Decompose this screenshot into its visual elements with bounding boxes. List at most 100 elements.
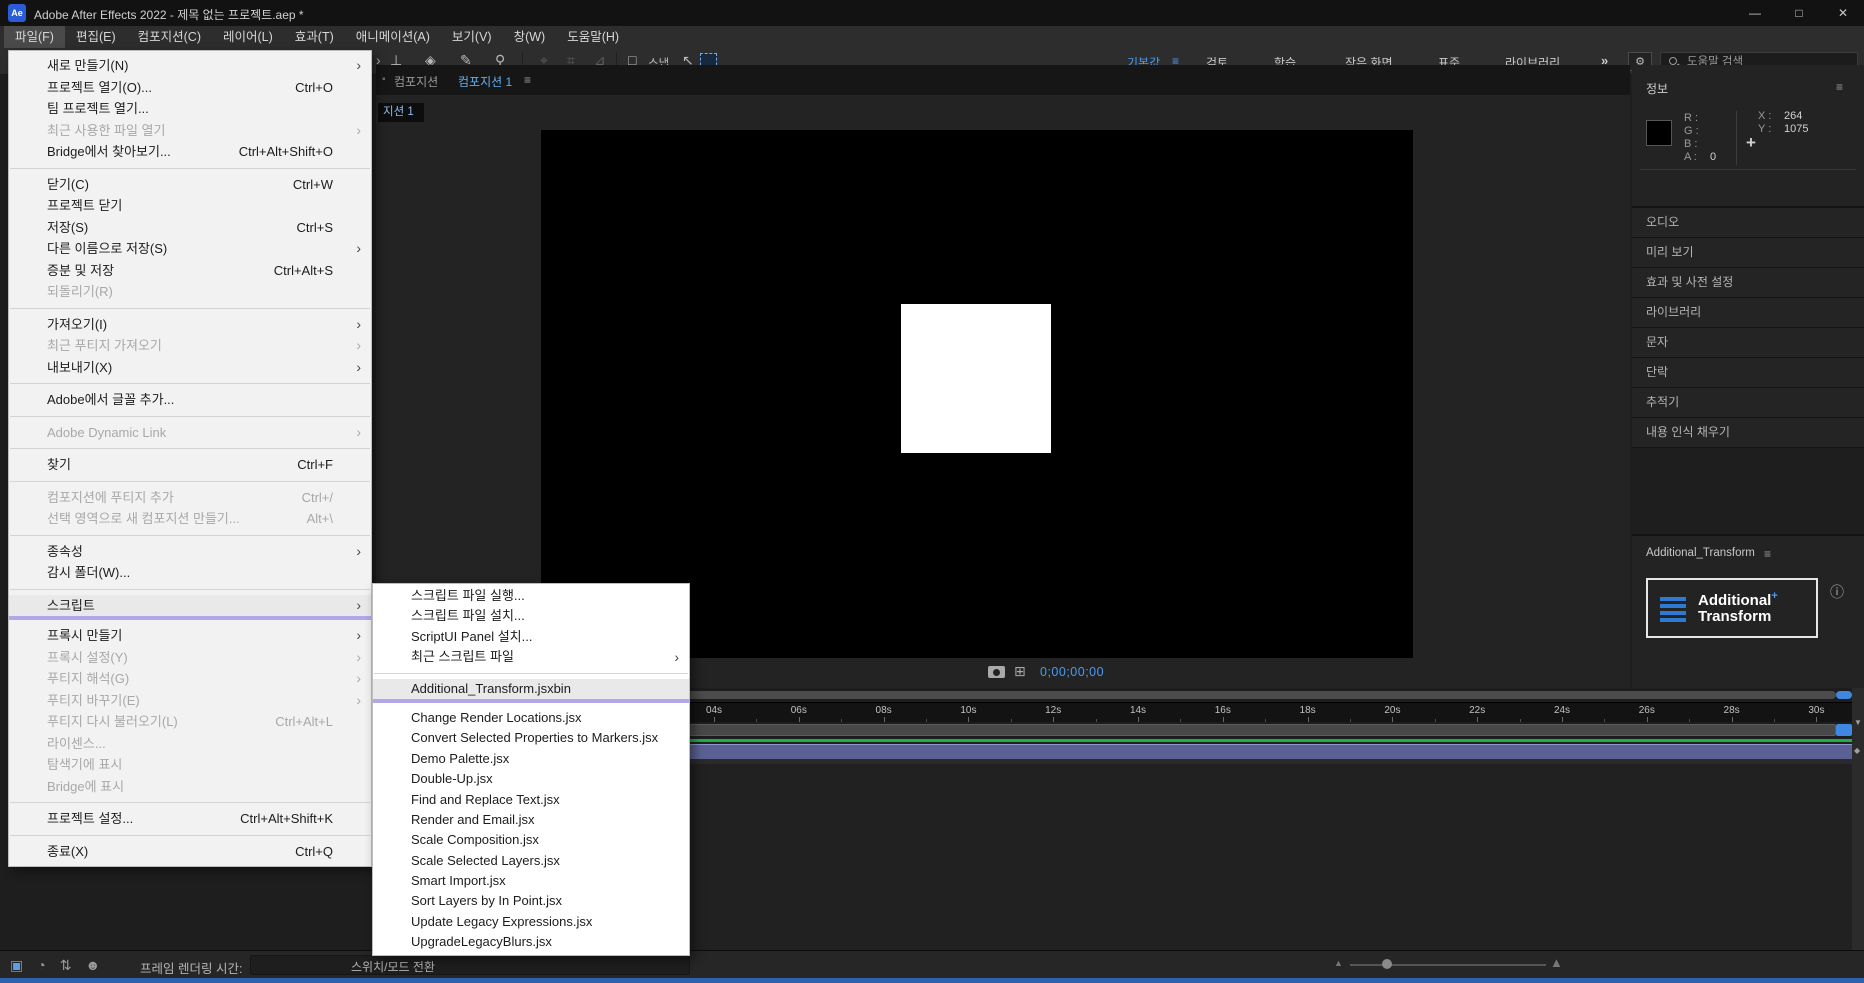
- layer-marker-icon[interactable]: ◆: [1854, 746, 1860, 755]
- file-menu-item[interactable]: 푸티지 다시 불러오기(L) Ctrl+Alt+L: [9, 711, 371, 733]
- scripts-submenu-item[interactable]: Change Render Locations.jsx: [373, 708, 689, 728]
- file-menu-item[interactable]: 컴포지션에 푸티지 추가 Ctrl+/: [9, 487, 371, 509]
- scripts-submenu-item[interactable]: Find and Replace Text.jsx: [373, 790, 689, 810]
- file-menu-item[interactable]: 프로젝트 열기(O)... Ctrl+O: [9, 77, 371, 99]
- file-menu-item[interactable]: 탐색기에 표시: [9, 754, 371, 776]
- work-area-end-cap[interactable]: [1836, 724, 1852, 736]
- menubar-item[interactable]: 컴포지션(C): [127, 26, 212, 48]
- menubar-item[interactable]: 레이어(L): [212, 26, 284, 48]
- file-menu-item[interactable]: 되돌리기(R): [9, 281, 371, 303]
- minimize-button[interactable]: —: [1733, 0, 1777, 26]
- panel-menu-icon[interactable]: ≡: [524, 73, 531, 87]
- file-menu-item[interactable]: 닫기(C) Ctrl+W: [9, 174, 371, 196]
- panel-menu-icon[interactable]: ≡: [1764, 547, 1771, 561]
- file-menu-item[interactable]: 프록시 설정(Y) ›: [9, 647, 371, 669]
- additional-transform-panel-title[interactable]: Additional_Transform: [1646, 547, 1755, 559]
- menubar-item[interactable]: 보기(V): [441, 26, 503, 48]
- scripts-submenu-item[interactable]: UpgradeLegacyBlurs.jsx: [373, 932, 689, 952]
- scripts-submenu-item[interactable]: Sort Layers by In Point.jsx: [373, 891, 689, 911]
- scripts-submenu-item[interactable]: Convert Selected Properties to Markers.j…: [373, 728, 689, 748]
- file-menu-item[interactable]: 최근 사용한 파일 열기 ›: [9, 120, 371, 142]
- timeline-zoom-slider[interactable]: [1350, 964, 1546, 966]
- composition-active-tab[interactable]: 컴포지션 1: [458, 73, 512, 90]
- file-menu-item[interactable]: 팀 프로젝트 열기...: [9, 98, 371, 120]
- panel-tab-미리 보기[interactable]: 미리 보기: [1632, 238, 1864, 267]
- file-menu-item[interactable]: 다른 이름으로 저장(S) ›: [9, 238, 371, 260]
- menubar-item[interactable]: 효과(T): [284, 26, 345, 48]
- file-menu-item[interactable]: 푸티지 바꾸기(E) ›: [9, 690, 371, 712]
- file-menu-item[interactable]: 새로 만들기(N) ›: [9, 55, 371, 77]
- file-menu-item[interactable]: Bridge에서 찾아보기... Ctrl+Alt+Shift+O: [9, 141, 371, 163]
- file-menu-item[interactable]: 가져오기(I) ›: [9, 314, 371, 336]
- logo-bars-icon: [1660, 597, 1686, 625]
- panel-tab-문자[interactable]: 문자: [1632, 328, 1864, 357]
- scripts-submenu-item[interactable]: Double-Up.jsx: [373, 769, 689, 789]
- file-menu-item[interactable]: 내보내기(X) ›: [9, 357, 371, 379]
- user-icon[interactable]: ☻: [85, 956, 100, 974]
- panel-tab-오디오[interactable]: 오디오: [1632, 208, 1864, 237]
- render-status-icon[interactable]: ◔: [37, 956, 45, 974]
- scripts-submenu-item[interactable]: Smart Import.jsx: [373, 871, 689, 891]
- info-panel-title[interactable]: 정보: [1646, 80, 1668, 97]
- file-menu-item[interactable]: Adobe에서 글꼴 추가...: [9, 389, 371, 411]
- menubar-item[interactable]: 애니메이션(A): [345, 26, 441, 48]
- panel-menu-icon[interactable]: ≡: [1836, 80, 1843, 94]
- scripts-submenu-item[interactable]: Additional_Transform.jsxbin: [373, 678, 689, 699]
- zoom-slider-knob[interactable]: [1382, 959, 1392, 969]
- file-menu-item[interactable]: Adobe Dynamic Link ›: [9, 422, 371, 444]
- panel-tab-효과 및 사전 설정[interactable]: 효과 및 사전 설정: [1632, 268, 1864, 297]
- ruler-time-label: 12s: [1045, 705, 1062, 716]
- compact-window-icon[interactable]: ▣: [10, 956, 23, 974]
- transparency-grid-icon[interactable]: ⊞: [1014, 663, 1026, 680]
- file-menu-item[interactable]: 라이센스...: [9, 733, 371, 755]
- viewer-mini-tab[interactable]: 지션 1: [378, 103, 424, 122]
- file-menu-item[interactable]: 프로젝트 설정... Ctrl+Alt+Shift+K: [9, 808, 371, 830]
- scripts-submenu-item[interactable]: Demo Palette.jsx: [373, 749, 689, 769]
- panel-tab-내용 인식 채우기[interactable]: 내용 인식 채우기: [1632, 418, 1864, 447]
- file-menu-item[interactable]: 종료(X) Ctrl+Q: [9, 841, 371, 863]
- menubar-item[interactable]: 창(W): [503, 26, 557, 48]
- snapshot-camera-icon[interactable]: [988, 666, 1005, 678]
- scripts-submenu-item[interactable]: Scale Selected Layers.jsx: [373, 851, 689, 871]
- file-menu-item[interactable]: 선택 영역으로 새 컴포지션 만들기... Alt+\: [9, 508, 371, 530]
- scripts-submenu-item[interactable]: 스크립트 파일 실행...: [373, 586, 689, 606]
- timecode-display[interactable]: 0;00;00;00: [1040, 665, 1104, 679]
- scripts-submenu-item[interactable]: ScriptUI Panel 설치...: [373, 627, 689, 647]
- file-menu-item[interactable]: 감시 폴더(W)...: [9, 562, 371, 584]
- scrollbar-end-cap[interactable]: [1836, 691, 1852, 699]
- sort-toggle-icon[interactable]: ⇅: [60, 956, 72, 974]
- maximize-button[interactable]: □: [1777, 0, 1821, 26]
- panel-tab-단락[interactable]: 단락: [1632, 358, 1864, 387]
- menubar-item[interactable]: 파일(F): [4, 26, 65, 48]
- scripts-submenu-item[interactable]: Render and Email.jsx: [373, 810, 689, 830]
- panel-tab-추적기[interactable]: 추적기: [1632, 388, 1864, 417]
- mode-toggle-bar[interactable]: 스위치/모드 전환: [250, 955, 690, 975]
- zoom-in-icon[interactable]: ▲: [1550, 955, 1563, 970]
- composition-panel-title[interactable]: 컴포지션: [394, 73, 438, 90]
- file-menu-item[interactable]: 푸티지 해석(G) ›: [9, 668, 371, 690]
- comp-marker-icon[interactable]: ▼: [1854, 718, 1862, 727]
- file-menu-item[interactable]: 최근 푸티지 가져오기 ›: [9, 335, 371, 357]
- white-solid-layer[interactable]: [901, 304, 1051, 453]
- file-menu-item[interactable]: Bridge에 표시: [9, 776, 371, 798]
- menubar-item[interactable]: 편집(E): [65, 26, 127, 48]
- file-menu-item[interactable]: 프록시 만들기 ›: [9, 625, 371, 647]
- info-circle-icon[interactable]: ⓘ: [1830, 582, 1844, 602]
- zoom-out-icon[interactable]: ▲: [1334, 958, 1343, 968]
- file-menu-item[interactable]: 종속성 ›: [9, 541, 371, 563]
- file-menu-item[interactable]: 저장(S) Ctrl+S: [9, 217, 371, 239]
- file-menu-item[interactable]: 프로젝트 닫기: [9, 195, 371, 217]
- file-menu-item[interactable]: 스크립트 ›: [9, 594, 371, 616]
- file-menu-item[interactable]: 증분 및 저장 Ctrl+Alt+S: [9, 260, 371, 282]
- close-button[interactable]: ✕: [1821, 0, 1864, 26]
- file-menu-item-shortcut: Ctrl+S: [296, 219, 333, 235]
- scripts-submenu-item[interactable]: Scale Composition.jsx: [373, 830, 689, 850]
- file-menu-item-label: 찾기: [47, 457, 71, 472]
- scripts-submenu-item[interactable]: Update Legacy Expressions.jsx: [373, 912, 689, 932]
- scripts-submenu-item[interactable]: 스크립트 파일 설치...: [373, 606, 689, 626]
- file-menu-item[interactable]: 찾기 Ctrl+F: [9, 454, 371, 476]
- submenu-arrow-icon: ›: [356, 337, 361, 353]
- scripts-submenu-item[interactable]: 최근 스크립트 파일 ›: [373, 647, 689, 667]
- menubar-item[interactable]: 도움말(H): [556, 26, 630, 48]
- panel-tab-라이브러리[interactable]: 라이브러리: [1632, 298, 1864, 327]
